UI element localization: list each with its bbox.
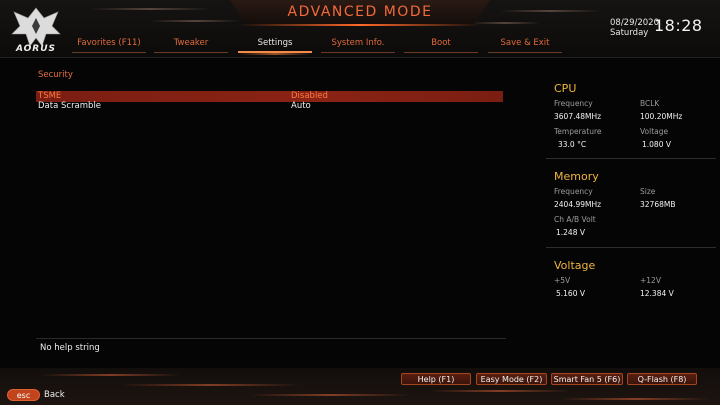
tab-bar: Favorites (F11) Tweaker Settings System … <box>72 37 562 55</box>
memory-volt-value: 1.248 V <box>556 228 585 237</box>
cpu-temperature-label: Temperature <box>554 127 602 136</box>
memory-volt-label: Ch A/B Volt <box>554 215 596 224</box>
setting-row-data-scramble[interactable]: Data Scramble Auto <box>36 101 503 112</box>
day-text: Saturday <box>610 28 649 38</box>
tab-favorites[interactable]: Favorites (F11) <box>72 37 146 53</box>
cpu-voltage-label: Voltage <box>640 127 669 136</box>
voltage-12v-label: +12V <box>640 276 661 285</box>
cpu-frequency-label: Frequency <box>554 99 593 108</box>
page-title: ADVANCED MODE <box>287 4 433 20</box>
voltage-title: Voltage <box>554 259 596 272</box>
setting-label: Data Scramble <box>38 101 102 111</box>
cpu-temperature-value: 33.0 °C <box>558 140 587 149</box>
easy-mode-button[interactable]: Easy Mode (F2) <box>476 373 547 385</box>
tab-settings[interactable]: Settings <box>238 37 312 55</box>
section-title: Security <box>38 70 73 80</box>
hw-divider <box>546 158 716 159</box>
date-display: 08/29/2020 Saturday <box>610 18 659 38</box>
hardware-monitor-panel: CPU Frequency BCLK 3607.48MHz 100.20MHz … <box>546 72 720 322</box>
date-text: 08/29/2020 <box>610 18 659 28</box>
title-glow <box>238 24 482 26</box>
voltage-5v-label: +5V <box>554 276 571 285</box>
hw-divider <box>546 247 716 248</box>
q-flash-button[interactable]: Q-Flash (F8) <box>627 373 697 385</box>
memory-frequency-label: Frequency <box>554 187 593 196</box>
cpu-frequency-value: 3607.48MHz <box>554 112 602 121</box>
tab-system-info[interactable]: System Info. <box>321 37 395 53</box>
aorus-logo-text: AORUS <box>15 44 57 54</box>
tab-save-exit[interactable]: Save & Exit <box>488 37 562 53</box>
memory-frequency-value: 2404.99MHz <box>554 200 602 209</box>
back-label: Back <box>44 390 65 400</box>
help-text: No help string <box>40 343 100 353</box>
memory-size-value: 32768MB <box>640 200 676 209</box>
help-button[interactable]: Help (F1) <box>401 373 471 385</box>
clock-display: 18:28 <box>654 16 703 35</box>
esc-key-button[interactable]: esc <box>7 389 40 401</box>
setting-value[interactable]: Auto <box>291 101 311 112</box>
smart-fan-button[interactable]: Smart Fan 5 (F6) <box>551 373 623 385</box>
voltage-12v-value: 12.384 V <box>640 289 674 298</box>
cpu-bclk-value: 100.20MHz <box>640 112 683 121</box>
help-divider <box>36 338 506 339</box>
cpu-bclk-label: BCLK <box>640 99 660 108</box>
voltage-5v-value: 5.160 V <box>556 289 585 298</box>
cpu-title: CPU <box>554 82 577 95</box>
memory-size-label: Size <box>640 187 656 196</box>
cpu-voltage-value: 1.080 V <box>642 140 671 149</box>
bios-screen: AORUS ADVANCED MODE 08/29/2020 Saturday … <box>0 0 720 405</box>
tab-tweaker[interactable]: Tweaker <box>154 37 228 53</box>
memory-title: Memory <box>554 170 599 183</box>
tab-boot[interactable]: Boot <box>404 37 478 53</box>
